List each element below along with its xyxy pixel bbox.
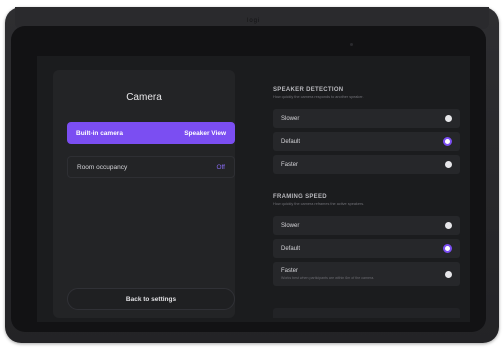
settings-screen: Camera Built-in camera Speaker View Room… <box>37 56 470 322</box>
brand-logo: logi <box>247 18 261 24</box>
speaker-detection-title: SPEAKER DETECTION <box>273 87 344 93</box>
radio-unselected-icon[interactable] <box>445 161 452 168</box>
speaker-detection-header: SPEAKER DETECTION How quickly the camera… <box>273 87 463 99</box>
speaker-detection-option-slower[interactable]: Slower <box>273 109 460 128</box>
page-title: Camera <box>126 92 162 103</box>
speaker-detection-option-default[interactable]: Default <box>273 132 460 151</box>
framing-speed-option-faster[interactable]: Faster Works best when participants are … <box>273 262 460 286</box>
speaker-detection-subtitle: How quickly the camera responds to anoth… <box>273 95 364 99</box>
radio-unselected-icon[interactable] <box>445 115 452 122</box>
option-label: Faster <box>281 268 299 274</box>
room-occupancy-label: Room occupancy <box>77 163 128 171</box>
radio-selected-icon[interactable] <box>443 244 452 253</box>
framing-speed-title: FRAMING SPEED <box>273 194 327 200</box>
option-label: Default <box>281 138 301 145</box>
back-to-settings-button[interactable]: Back to settings <box>67 288 235 310</box>
option-label: Faster <box>281 161 299 168</box>
front-camera-icon <box>350 43 353 46</box>
option-label: Slower <box>281 222 300 229</box>
room-occupancy-value: Off <box>216 163 225 171</box>
option-text: Faster Works best when participants are … <box>281 268 374 280</box>
camera-panel: Camera Built-in camera Speaker View Room… <box>53 70 235 318</box>
radio-unselected-icon[interactable] <box>445 270 452 278</box>
room-occupancy-row[interactable]: Room occupancy Off <box>67 156 235 178</box>
framing-speed-option-default[interactable]: Default <box>273 239 460 258</box>
framing-speed-header: FRAMING SPEED How quickly the camera ref… <box>273 194 463 206</box>
built-in-camera-label: Built-in camera <box>76 129 123 137</box>
option-label: Default <box>281 245 301 252</box>
option-label: Slower <box>281 115 300 122</box>
speaker-detection-option-faster[interactable]: Faster <box>273 155 460 174</box>
framing-speed-subtitle: How quickly the camera reframes the acti… <box>273 202 365 206</box>
option-note: Works best when participants are within … <box>281 276 375 280</box>
built-in-camera-value: Speaker View <box>184 129 226 137</box>
radio-unselected-icon[interactable] <box>445 222 452 229</box>
radio-selected-icon[interactable] <box>443 137 452 146</box>
built-in-camera-row[interactable]: Built-in camera Speaker View <box>67 122 235 144</box>
framing-speed-option-slower[interactable]: Slower <box>273 216 460 235</box>
scroll-continuation <box>273 308 460 318</box>
